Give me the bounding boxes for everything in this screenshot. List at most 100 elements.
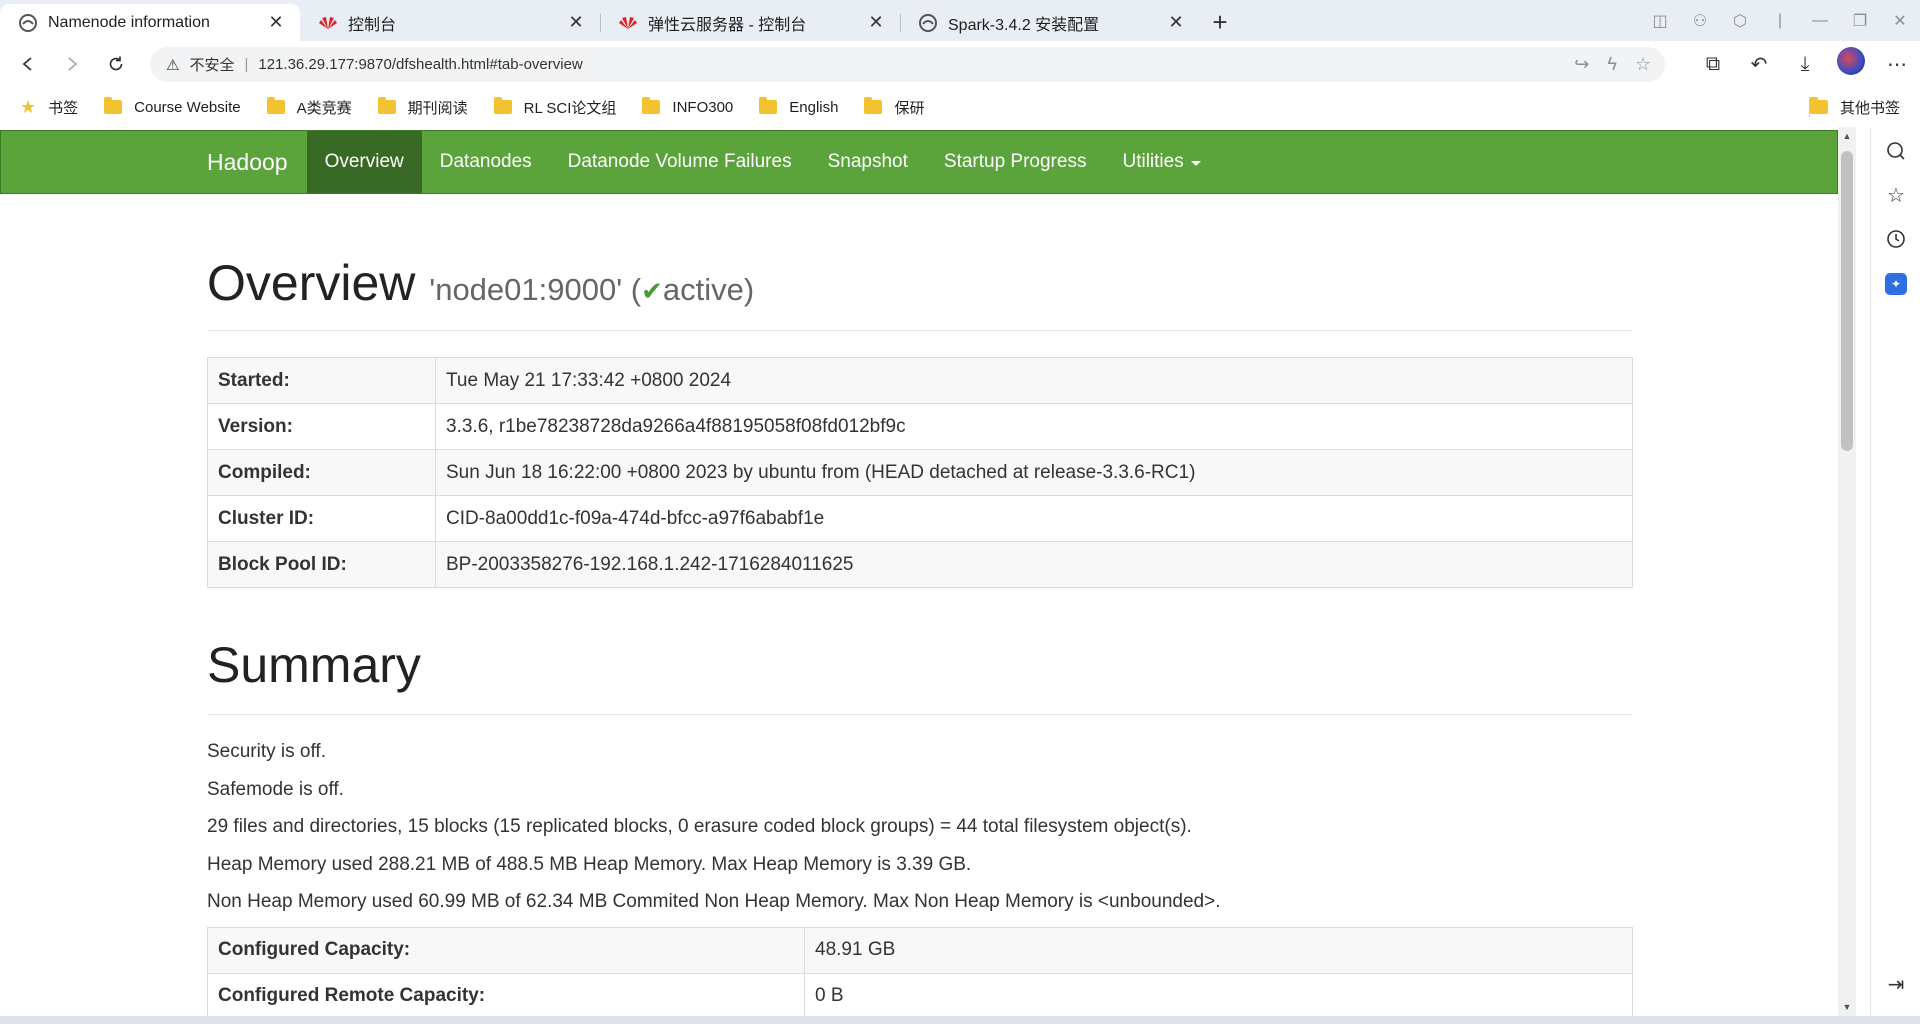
nav-utilities-label: Utilities xyxy=(1122,151,1184,172)
other-bookmarks-folder[interactable]: 其他书签 xyxy=(1809,97,1900,118)
profile-button[interactable] xyxy=(1828,47,1874,81)
lightning-icon[interactable]: ϟ xyxy=(1607,54,1617,75)
row-value: BP-2003358276-192.168.1.242-171628401162… xyxy=(435,541,1633,588)
bookmark-label: 其他书签 xyxy=(1839,99,1900,117)
favorites-star-icon[interactable]: ☆ xyxy=(1884,183,1908,207)
bookmark-folder[interactable]: A类竞赛 xyxy=(266,97,352,118)
extensions-icon[interactable]: ⬡ xyxy=(1720,11,1760,31)
workspaces-icon[interactable]: ⚇ xyxy=(1680,11,1720,31)
folder-icon xyxy=(1809,97,1828,114)
restore-icon[interactable]: ❐ xyxy=(1840,11,1880,31)
summary-line: Safemode is off. xyxy=(207,778,344,800)
back-arrow-icon xyxy=(22,57,32,71)
row-value: 3.3.6, r1be78238728da9266a4f88195058f08f… xyxy=(435,403,1633,450)
bookmark-folder[interactable]: INFO300 xyxy=(642,97,734,116)
bookmark-folder[interactable]: Course Website xyxy=(104,97,241,116)
close-tab-icon[interactable]: ✕ xyxy=(566,12,586,33)
page-scrollbar[interactable]: ▲ ▼ xyxy=(1838,127,1856,1016)
nav-startup-progress[interactable]: Startup Progress xyxy=(926,131,1105,193)
bookmark-folder[interactable]: English xyxy=(759,97,838,116)
table-row: Configured Capacity: 48.91 GB xyxy=(207,926,1633,974)
bookmark-item[interactable]: ★ 书签 xyxy=(20,97,78,118)
back-button[interactable] xyxy=(6,41,50,87)
window-controls: ◫ ⚇ ⬡ | — ❐ ✕ xyxy=(1640,0,1920,41)
row-value: Tue May 21 17:33:42 +0800 2024 xyxy=(435,357,1633,404)
close-window-icon[interactable]: ✕ xyxy=(1880,11,1920,31)
table-row: Started: Tue May 21 17:33:42 +0800 2024 xyxy=(207,357,1633,404)
reload-button[interactable] xyxy=(94,41,138,87)
overview-table: Started: Tue May 21 17:33:42 +0800 2024 V… xyxy=(207,357,1633,588)
bookmark-folder[interactable]: 保研 xyxy=(864,97,925,118)
browser-tab[interactable]: Namenode information ✕ xyxy=(0,4,300,41)
bookmark-label: INFO300 xyxy=(672,98,734,116)
summary-line: 29 files and directories, 15 blocks (15 … xyxy=(207,816,1192,837)
table-row: Block Pool ID: BP-2003358276-192.168.1.24… xyxy=(207,541,1633,588)
extension-app-icon[interactable]: ✦ xyxy=(1884,272,1908,296)
browser-tab[interactable]: 弹性云服务器 - 控制台 ✕ xyxy=(600,4,900,41)
more-icon[interactable]: ⋯ xyxy=(1874,52,1920,77)
history-clock-icon[interactable] xyxy=(1884,227,1908,251)
node-status: 'node01:9000' (✔active) xyxy=(429,272,754,307)
address-bar-actions: ↪ ϟ ☆ xyxy=(1574,47,1651,82)
caret-down-icon xyxy=(1190,161,1201,166)
download-icon[interactable]: ⤓ xyxy=(1782,53,1828,76)
row-key: Compiled: xyxy=(207,449,436,496)
address-separator: | xyxy=(244,56,249,73)
split-screen-icon[interactable]: ◫ xyxy=(1640,11,1680,31)
history-back-icon[interactable]: ↶ xyxy=(1736,52,1782,77)
tab-title: 弹性云服务器 - 控制台 xyxy=(648,16,807,34)
collapse-panel-icon[interactable]: ⇥ xyxy=(1884,972,1908,996)
bookmark-folder[interactable]: RL SCI论文组 xyxy=(493,97,617,118)
browser-tools: ⧉ ↶ ⤓ ⋯ xyxy=(1690,41,1920,87)
bookmark-label: RL SCI论文组 xyxy=(523,99,617,117)
edge-tab-icon xyxy=(918,13,938,33)
folder-icon xyxy=(759,97,778,114)
forward-button[interactable] xyxy=(50,41,94,87)
nav-snapshot[interactable]: Snapshot xyxy=(810,131,926,193)
navbar-brand[interactable]: Hadoop xyxy=(207,131,307,193)
browser-tab[interactable]: Spark-3.4.2 安装配置 ✕ xyxy=(900,4,1200,41)
folder-icon xyxy=(377,97,396,114)
row-key: Cluster ID: xyxy=(207,495,436,542)
tab-title: Spark-3.4.2 安装配置 xyxy=(948,16,1100,34)
minimize-icon[interactable]: — xyxy=(1800,12,1840,30)
row-key: Configured Capacity: xyxy=(207,926,805,974)
row-value: 0 B xyxy=(804,972,1633,1016)
address-bar[interactable]: ⚠ 不安全 | 121.36.29.177:9870/dfshealth.htm… xyxy=(150,47,1665,82)
browser-tab-strip: Namenode information ✕ 控制台 ✕ 弹性云服务器 - 控制… xyxy=(0,0,1920,41)
new-tab-button[interactable]: + xyxy=(1200,4,1240,41)
insecure-label[interactable]: 不安全 xyxy=(189,54,234,75)
folder-icon xyxy=(864,97,883,114)
summary-line: Non Heap Memory used 60.99 MB of 62.34 M… xyxy=(207,891,1221,912)
main-content: Overview 'node01:9000' (✔active) Started… xyxy=(207,194,1633,1016)
nav-overview[interactable]: Overview xyxy=(306,131,422,193)
close-tab-icon[interactable]: ✕ xyxy=(866,12,886,33)
close-tab-icon[interactable]: ✕ xyxy=(1166,12,1186,33)
avatar[interactable] xyxy=(1837,47,1865,75)
table-row: Version: 3.3.6, r1be78238728da9266a4f8819… xyxy=(207,403,1633,450)
tab-title: Namenode information xyxy=(48,13,210,31)
extensions-puzzle-icon[interactable]: ⧉ xyxy=(1690,53,1736,76)
table-row: Compiled: Sun Jun 18 16:22:00 +0800 2023 … xyxy=(207,449,1633,496)
bookmark-folder[interactable]: 期刊阅读 xyxy=(377,97,468,118)
browser-tab[interactable]: 控制台 ✕ xyxy=(300,4,600,41)
warning-icon[interactable]: ⚠ xyxy=(166,56,179,74)
share-icon[interactable]: ↪ xyxy=(1574,54,1589,75)
scrollbar-thumb[interactable] xyxy=(1841,151,1853,451)
nav-datanodes[interactable]: Datanodes xyxy=(422,131,550,193)
scroll-up-arrow-icon[interactable]: ▲ xyxy=(1838,127,1856,145)
star-icon: ★ xyxy=(20,96,37,117)
row-key: Block Pool ID: xyxy=(207,541,436,588)
search-icon[interactable] xyxy=(1884,139,1908,163)
folder-icon xyxy=(493,97,512,114)
page-viewport: Hadoop Overview Datanodes Datanode Volum… xyxy=(0,127,1838,1016)
summary-heading: Summary xyxy=(207,640,1633,715)
favorite-star-icon[interactable]: ☆ xyxy=(1635,54,1651,75)
window-bottom-edge xyxy=(0,1016,1920,1024)
url-text[interactable]: 121.36.29.177:9870/dfshealth.html#tab-ov… xyxy=(258,56,582,73)
scroll-down-arrow-icon[interactable]: ▼ xyxy=(1838,998,1856,1016)
nav-utilities-dropdown[interactable]: Utilities xyxy=(1104,131,1218,193)
close-tab-icon[interactable]: ✕ xyxy=(266,12,286,33)
nav-datanode-volume-failures[interactable]: Datanode Volume Failures xyxy=(550,131,810,193)
reload-icon xyxy=(109,56,123,71)
